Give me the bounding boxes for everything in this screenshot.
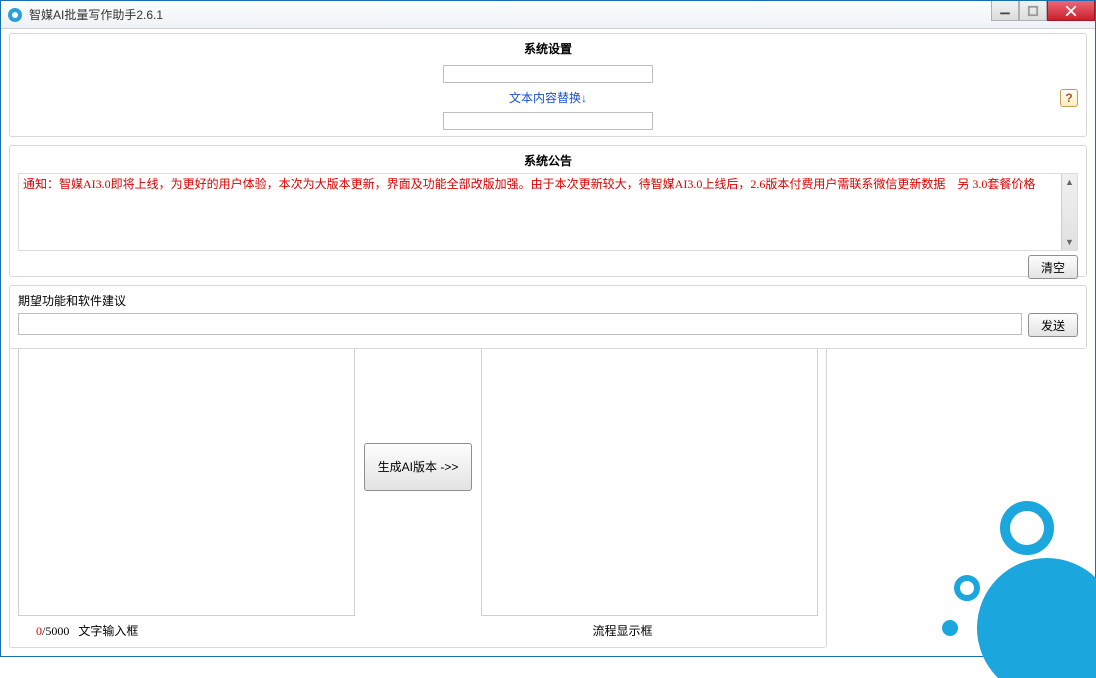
- notice-text: 通知：智媒AI3.0即将上线，为更好的用户体验，本次为大版本更新，界面及功能全部…: [18, 173, 1078, 251]
- suggest-input[interactable]: [18, 313, 1022, 335]
- window-title: 智媒AI批量写作助手2.6.1: [29, 6, 163, 23]
- app-icon: [7, 7, 23, 23]
- clear-button[interactable]: 清空: [1028, 255, 1078, 279]
- system-notice: 系统公告 通知：智媒AI3.0即将上线，为更好的用户体验，本次为大版本更新，界面…: [9, 145, 1087, 277]
- output-textarea[interactable]: [481, 317, 818, 616]
- char-count-max: /5000: [42, 624, 69, 638]
- titlebar: 智媒AI批量写作助手2.6.1: [1, 1, 1095, 29]
- scrollbar[interactable]: ▲▼: [1061, 174, 1077, 250]
- input-textarea[interactable]: [18, 317, 355, 616]
- system-settings: 系统设置 文本内容替换↓ ?: [9, 33, 1087, 137]
- decorative-bubbles: [907, 458, 1096, 678]
- notice-heading: 系统公告: [18, 152, 1078, 169]
- minimize-button[interactable]: [991, 1, 1019, 21]
- settings-input-1[interactable]: [443, 65, 653, 83]
- close-button[interactable]: [1047, 1, 1095, 21]
- text-replace-link[interactable]: 文本内容替换↓: [509, 89, 587, 106]
- maximize-button[interactable]: [1019, 1, 1047, 21]
- settings-input-2[interactable]: [443, 112, 653, 130]
- send-button[interactable]: 发送: [1028, 313, 1078, 337]
- settings-heading: 系统设置: [524, 40, 572, 57]
- generate-button[interactable]: 生成AI版本 ->>: [364, 443, 472, 491]
- suggest-heading: 期望功能和软件建议: [18, 292, 1078, 309]
- input-label: 文字输入框: [78, 624, 138, 638]
- output-label: 流程显示框: [592, 624, 652, 638]
- suggest-panel: 期望功能和软件建议 发送: [9, 285, 1087, 349]
- help-icon[interactable]: ?: [1060, 89, 1078, 107]
